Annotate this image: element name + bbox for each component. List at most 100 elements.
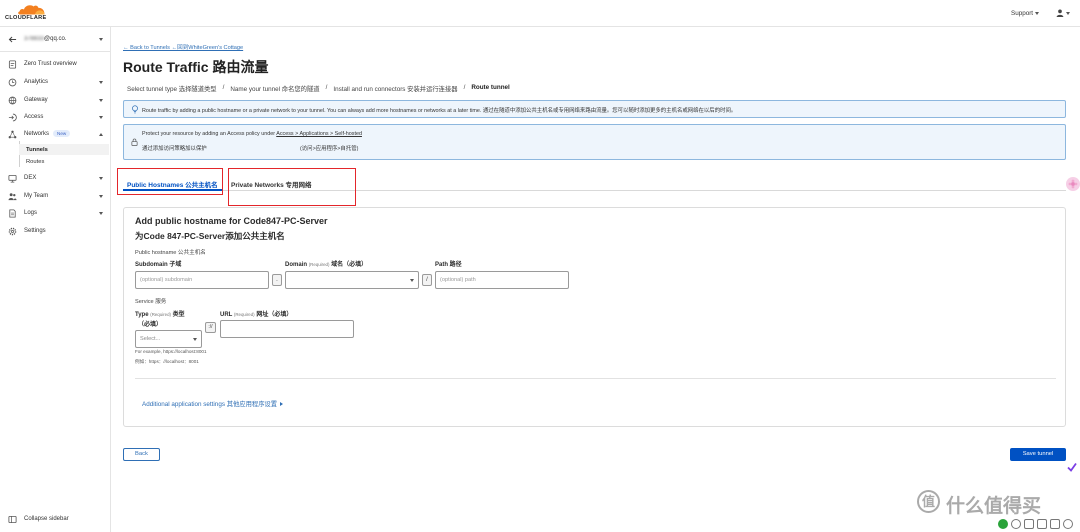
new-badge: New: [53, 130, 71, 137]
collapse-sidebar-icon: [8, 515, 17, 523]
chevron-down-icon: [99, 211, 103, 215]
emoji-icon[interactable]: [1024, 519, 1034, 529]
url-input[interactable]: [220, 320, 354, 338]
microphone-icon[interactable]: [1011, 519, 1021, 529]
purple-check-icon[interactable]: [1067, 462, 1077, 472]
dot-separator: .: [272, 274, 282, 286]
step-separator: /: [463, 84, 466, 91]
watermark-text: 什么值得买: [946, 496, 1042, 517]
annotation-box-private: [228, 168, 356, 206]
account-domain: @qq.co.: [44, 35, 67, 42]
public-hostname-label: Public hostname 公共主机名: [135, 250, 206, 256]
sidebar-item-label: Networks: [24, 130, 50, 137]
watermark-glyph: 值: [917, 490, 940, 513]
collapse-sidebar-button[interactable]: Collapse sidebar: [0, 512, 110, 526]
lock-icon: [131, 138, 138, 146]
sidebar-item-analytics[interactable]: Analytics: [0, 75, 110, 89]
form-heading-cn: 为Code 847-PC-Server添加公共主机名: [135, 231, 285, 241]
subdomain-input[interactable]: [135, 271, 269, 289]
step-route-tunnel: Route tunnel: [471, 84, 510, 91]
user-menu[interactable]: [1056, 9, 1070, 17]
sidebar-item-gateway[interactable]: Gateway: [0, 93, 110, 107]
sidebar-item-label: DEX: [24, 174, 37, 181]
support-menu[interactable]: Support: [1011, 10, 1040, 17]
sidebar-item-logs[interactable]: Logs: [0, 206, 110, 220]
ime-logo-icon[interactable]: [998, 519, 1008, 529]
form-divider: [135, 378, 1056, 379]
chevron-down-icon: [1035, 12, 1040, 15]
chevron-down-icon: [193, 338, 197, 341]
access-note-prefix: Protect your resource by adding an Acces…: [142, 131, 277, 137]
sidebar-item-routes[interactable]: Routes: [19, 156, 109, 167]
sidebar-item-my-team[interactable]: My Team: [0, 189, 110, 203]
route-info-banner: Route traffic by adding a public hostnam…: [123, 100, 1066, 118]
service-label: Service 服务: [135, 299, 167, 305]
access-note-line: Protect your resource by adding an Acces…: [142, 131, 362, 137]
lightbulb-icon: [132, 105, 138, 114]
sidebar: 378833@qq.co. Zero Trust overview Analyt…: [0, 27, 111, 532]
toolbox-icon[interactable]: [1050, 519, 1060, 529]
scheme-separator: ://: [205, 322, 216, 333]
domain-select[interactable]: [285, 271, 419, 289]
sidebar-item-dex[interactable]: DEX: [0, 171, 110, 185]
type-label-text: Type: [135, 312, 149, 318]
save-tunnel-button[interactable]: Save tunnel: [1010, 448, 1066, 461]
analytics-icon: [8, 78, 17, 86]
access-note-prefix-cn: 通过添加访问策略加以保护: [142, 146, 207, 152]
back-button[interactable]: Back: [123, 448, 160, 461]
sidebar-item-label: Gateway: [24, 96, 48, 103]
user-icon: [1056, 9, 1064, 17]
url-example: For example, https://localhost:8001: [135, 349, 207, 354]
sidebar-item-label: Routes: [26, 158, 45, 165]
sidebar-item-zero-trust-overview[interactable]: Zero Trust overview: [0, 57, 110, 71]
smzdm-watermark: 值 什么值得买: [917, 489, 1077, 517]
access-applications-link[interactable]: Access > Applications > Self-hosted: [276, 131, 362, 137]
type-label-cn: 类型: [172, 312, 185, 318]
type-select-placeholder: Select...: [140, 336, 161, 342]
sidebar-item-label: My Team: [24, 192, 49, 199]
back-arrow-icon[interactable]: [8, 35, 17, 44]
access-policy-banner: Protect your resource by adding an Acces…: [123, 124, 1066, 160]
sidebar-item-settings[interactable]: Settings: [0, 224, 110, 238]
domain-label-cn: 域名（必填）: [331, 262, 368, 268]
account-masked: 378833: [24, 35, 45, 42]
slash-separator: /: [422, 274, 432, 286]
chevron-down-icon: [99, 176, 103, 180]
floating-assistant-icon[interactable]: [1066, 177, 1080, 191]
collapse-sidebar-label: Collapse sidebar: [24, 515, 69, 522]
service-type-select[interactable]: Select...: [135, 330, 202, 348]
back-to-tunnels-link[interactable]: ← Back to Tunnels ←回到WhiteGreen's Cottag…: [123, 43, 243, 51]
skin-icon[interactable]: [1063, 519, 1073, 529]
required-hint: (Required): [233, 312, 255, 317]
chevron-down-icon[interactable]: [99, 37, 103, 41]
chevron-down-icon: [99, 115, 103, 119]
sidebar-item-tunnels[interactable]: Tunnels: [19, 144, 109, 155]
gear-icon: [8, 227, 17, 235]
sidebar-item-access[interactable]: Access: [0, 110, 110, 124]
step-name-tunnel[interactable]: Name your tunnel 命名您的隧道: [230, 84, 319, 93]
route-info-text: Route traffic by adding a public hostnam…: [142, 108, 737, 114]
sidebar-divider: [0, 51, 110, 52]
form-heading: Add public hostname for Code847-PC-Serve…: [135, 216, 328, 226]
overview-icon: [8, 59, 17, 69]
logo-wordmark: CLOUDFLARE: [5, 15, 47, 21]
cloud-logo-icon: [18, 5, 45, 15]
sidebar-item-label: Access: [24, 113, 44, 120]
sidebar-item-label: Tunnels: [26, 146, 48, 153]
step-separator: /: [222, 84, 225, 91]
keyboard-icon[interactable]: [1037, 519, 1047, 529]
type-label-cn-line2: （必填）: [138, 322, 163, 328]
cloudflare-logo[interactable]: CLOUDFLARE: [5, 4, 55, 24]
sidebar-item-networks[interactable]: Networks New: [0, 127, 110, 141]
step-select-tunnel-type[interactable]: Select tunnel type 选择隧道类型: [127, 84, 217, 93]
step-install-connectors[interactable]: Install and run connectors 安装并运行连接器: [333, 84, 457, 93]
sidebar-item-label: Settings: [24, 227, 46, 234]
account-name: 378833@qq.co.: [24, 36, 66, 42]
additional-settings-toggle[interactable]: Additional application settings 其他应用程序设置: [142, 399, 284, 408]
path-input[interactable]: [435, 271, 569, 289]
path-label: Path 路径: [435, 262, 462, 268]
required-hint: (Required): [150, 312, 171, 317]
public-hostname-form: Add public hostname for Code847-PC-Serve…: [123, 207, 1066, 427]
wizard-breadcrumb: Select tunnel type 选择隧道类型 / Name your tu…: [127, 84, 510, 93]
account-switcher[interactable]: 378833@qq.co.: [0, 32, 110, 46]
